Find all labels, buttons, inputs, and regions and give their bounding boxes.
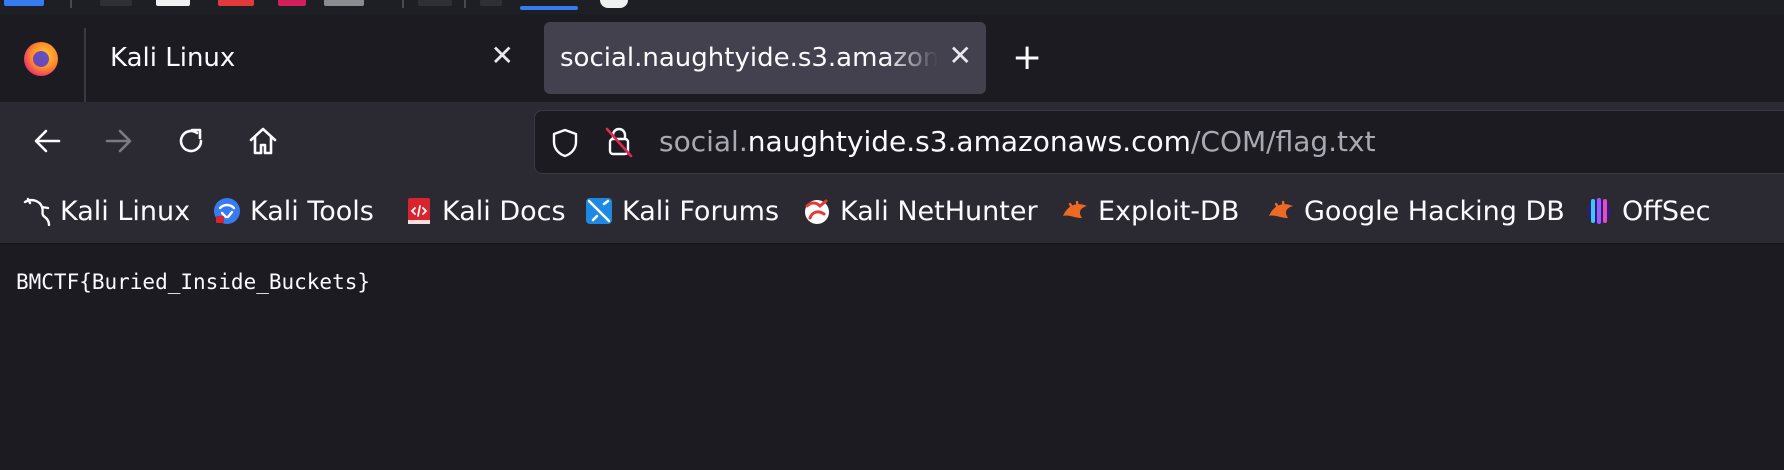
tab-strip: Kali Linux ✕ social.naughtyide.s3.amazon…: [0, 14, 1784, 102]
tab-flag-txt[interactable]: social.naughtyide.s3.amazonaws.com/COM/f…: [544, 22, 986, 94]
bookmark-google-hacking-db[interactable]: Google Hacking DB: [1266, 194, 1565, 228]
taskbar-terminal-icon[interactable]: [156, 0, 190, 6]
insecure-lock-icon[interactable]: [603, 125, 635, 159]
tab-title: Kali Linux: [110, 43, 236, 73]
page-content: BMCTF{Buried_Inside_Buckets}: [0, 244, 1784, 470]
url-text[interactable]: social.naughtyide.s3.amazonaws.com/COM/f…: [659, 125, 1376, 158]
tab-kali-linux[interactable]: Kali Linux ✕: [86, 22, 526, 94]
arrow-right-icon: [105, 129, 132, 153]
url-prefix: social.: [659, 125, 748, 158]
taskbar-app-menu-icon[interactable]: [4, 0, 44, 6]
bookmark-label: OffSec: [1622, 195, 1711, 227]
forward-button[interactable]: [98, 120, 140, 162]
back-button[interactable]: [26, 120, 68, 162]
bookmark-kali-linux[interactable]: Kali Linux: [22, 194, 190, 228]
taskbar-app-icon[interactable]: [324, 0, 364, 6]
kali-nethunter-icon: [805, 199, 829, 224]
kali-docs-icon: [408, 198, 430, 224]
taskbar-running-app-icon[interactable]: [600, 0, 628, 8]
taskbar-separator: [70, 0, 72, 8]
bookmark-kali-forums[interactable]: Kali Forums: [584, 194, 779, 228]
bookmark-label: Kali Docs: [442, 195, 566, 227]
kali-tools-icon: [214, 198, 240, 224]
bookmarks-toolbar: Kali Linux Kali Tools Kali Docs Kali For…: [0, 180, 1784, 244]
taskbar-separator: [402, 0, 404, 8]
taskbar-firefox-icon[interactable]: [218, 0, 254, 6]
bookmark-kali-nethunter[interactable]: Kali NetHunter: [802, 194, 1038, 228]
bookmark-label: Google Hacking DB: [1304, 195, 1565, 227]
bookmark-label: Exploit-DB: [1098, 195, 1240, 227]
url-path: /COM/flag.txt: [1190, 125, 1376, 158]
taskbar-workspace-icon[interactable]: [418, 0, 452, 6]
url-host: naughtyide.s3.amazonaws.com: [747, 125, 1191, 158]
bookmark-label: Kali Linux: [60, 195, 191, 227]
home-button[interactable]: [242, 120, 284, 162]
reload-button[interactable]: [170, 120, 212, 162]
offsec-icon: [1587, 198, 1611, 224]
close-tab-icon[interactable]: ✕: [949, 42, 972, 70]
shield-icon[interactable]: [549, 127, 581, 159]
bookmark-offsec[interactable]: OffSec: [1584, 194, 1710, 228]
kali-forums-icon: [586, 198, 612, 224]
arrow-left-icon: [34, 129, 61, 153]
taskbar-app-icon[interactable]: [278, 0, 306, 6]
kali-dragon-icon: [23, 197, 51, 226]
bookmark-label: Kali NetHunter: [840, 195, 1038, 227]
google-hacking-db-icon: [1269, 200, 1293, 218]
home-icon: [249, 127, 277, 155]
close-tab-icon[interactable]: ✕: [491, 42, 514, 70]
bookmark-kali-tools[interactable]: Kali Tools: [212, 194, 374, 228]
exploit-db-icon: [1063, 200, 1087, 218]
flag-text: BMCTF{Buried_Inside_Buckets}: [16, 270, 371, 294]
taskbar-workspace-icon[interactable]: [480, 0, 502, 6]
tab-title: social.naughtyide.s3.amazonaws.com/COM/f…: [560, 43, 938, 73]
new-tab-button[interactable]: +: [1012, 40, 1042, 76]
bookmark-label: Kali Tools: [250, 195, 374, 227]
taskbar-separator: [464, 0, 466, 8]
bookmark-kali-docs[interactable]: Kali Docs: [404, 194, 566, 228]
taskbar-active-indicator: [520, 6, 578, 10]
os-taskbar: [0, 0, 1784, 14]
address-bar[interactable]: social.naughtyide.s3.amazonaws.com/COM/f…: [534, 110, 1784, 174]
bookmark-label: Kali Forums: [622, 195, 780, 227]
firefox-view-icon[interactable]: [24, 42, 58, 76]
taskbar-files-icon[interactable]: [100, 0, 132, 6]
bookmark-exploit-db[interactable]: Exploit-DB: [1060, 194, 1239, 228]
reload-icon: [179, 128, 203, 153]
